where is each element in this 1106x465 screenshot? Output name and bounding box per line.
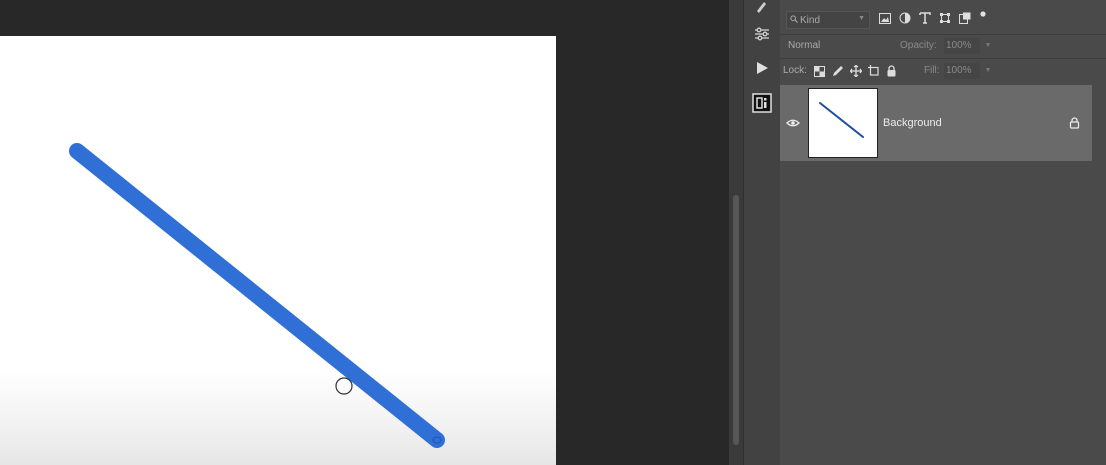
fill-label: Fill: [924, 65, 940, 76]
kind-filter-select[interactable]: Kind ▼ [786, 11, 870, 29]
eye-visibility-icon[interactable] [786, 116, 800, 130]
smart-object-filter-icon[interactable] [958, 11, 972, 25]
fill-input[interactable]: 100% [944, 63, 980, 79]
adjustments-icon[interactable] [750, 22, 774, 46]
panel-icon-strip [743, 0, 781, 465]
adjustment-filter-icon[interactable] [898, 11, 912, 25]
lock-position-icon[interactable] [849, 64, 862, 78]
blend-opacity-row: Normal Opacity: 100% ▼ [780, 34, 1106, 57]
lock-image-pixels-icon[interactable] [831, 64, 844, 78]
type-filter-icon[interactable] [918, 11, 932, 25]
drawn-stroke [69, 143, 445, 448]
brush-settings-icon[interactable] [750, 0, 774, 18]
search-icon [787, 14, 800, 26]
workspace-scrollbar-thumb[interactable] [733, 195, 739, 445]
shape-filter-icon[interactable] [938, 11, 952, 25]
lock-all-icon[interactable] [885, 64, 898, 78]
blend-mode-select[interactable]: Normal [784, 38, 900, 54]
layer-item-background[interactable]: Background [780, 85, 1092, 161]
layer-thumbnail [808, 88, 878, 158]
layer-filter-row: Kind ▼ [780, 6, 1106, 32]
canvas-artwork [69, 143, 445, 448]
opacity-input[interactable]: 100% [944, 38, 980, 54]
brush-cursor [335, 377, 353, 395]
lock-label: Lock: [783, 65, 807, 76]
layers-panel: Kind ▼ Normal Opacity: 100% ▼ Lock: Fill… [780, 0, 1106, 465]
layer-lock-icon[interactable] [1069, 116, 1081, 130]
filter-toggle-icon[interactable] [978, 11, 988, 25]
lock-transparent-pixels-icon[interactable] [813, 64, 826, 78]
document-workspace [0, 0, 729, 465]
opacity-dropdown-icon[interactable]: ▼ [982, 38, 994, 54]
play-action-icon[interactable] [750, 56, 774, 80]
libraries-icon[interactable] [750, 91, 774, 115]
lock-artboard-icon[interactable] [867, 64, 880, 78]
image-filter-icon[interactable] [878, 11, 892, 25]
fill-dropdown-icon[interactable]: ▼ [982, 63, 994, 79]
chevron-down-icon: ▼ [858, 15, 865, 22]
layer-name: Background [883, 117, 942, 129]
opacity-label: Opacity: [900, 40, 937, 51]
lock-fill-row: Lock: Fill: 100% ▼ [780, 58, 1106, 83]
kind-filter-label: Kind [800, 14, 821, 26]
document-canvas[interactable] [0, 36, 556, 465]
